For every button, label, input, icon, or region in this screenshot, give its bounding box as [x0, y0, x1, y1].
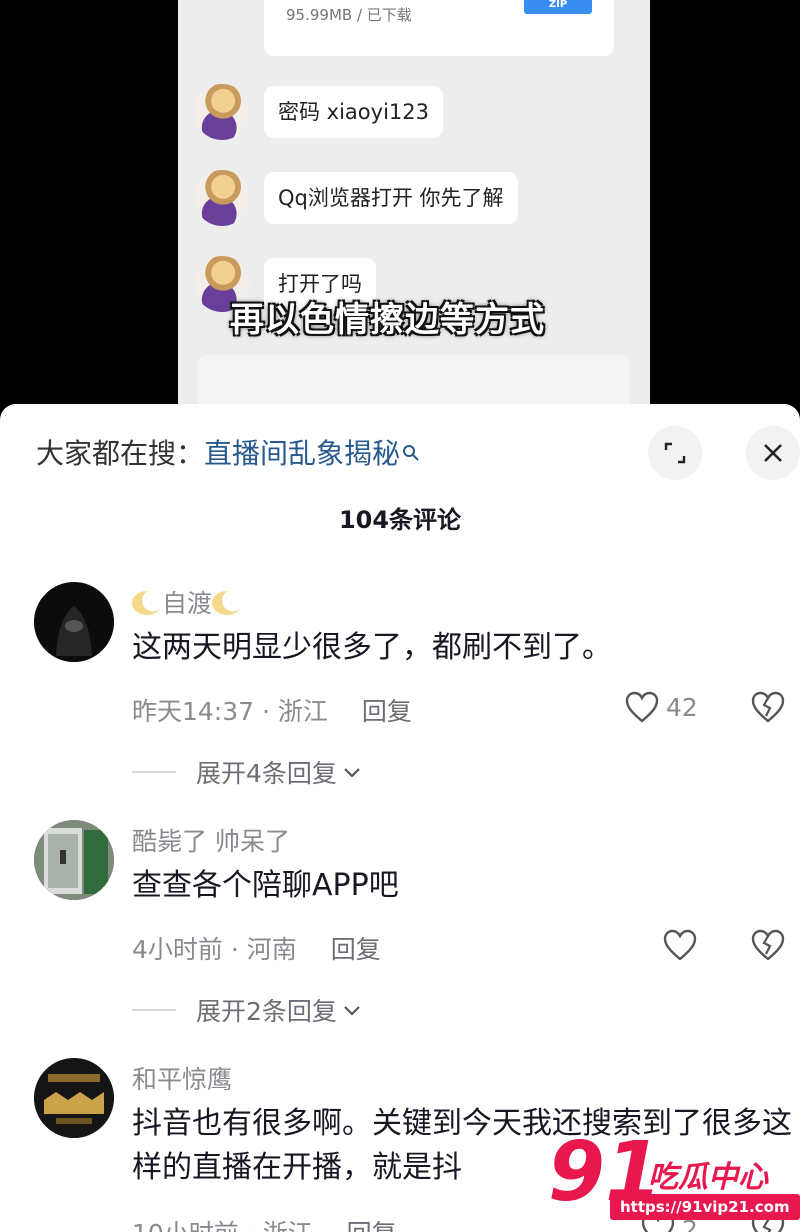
comment-item: 酷毙了 帅呆了 查查各个陪聊APP吧 4小时前 · 河南 回复 展开2条回复 — [0, 820, 800, 1040]
expand-replies-button[interactable]: 展开4条回复 — [132, 754, 363, 790]
watermark-logo-text: 吃瓜中心 — [648, 1160, 768, 1195]
comment-time-location: 昨天14:37 · 浙江 — [132, 697, 328, 726]
avatar[interactable] — [34, 582, 114, 662]
trending-search-label: 大家都在搜： — [36, 437, 205, 470]
comment-time-location: 10小时前 · 浙江 — [132, 1219, 313, 1232]
broken-heart-icon[interactable] — [750, 690, 786, 724]
screen: 95.99MB / 已下载 ZIP 密码 xiaoyi123 Qq浏览器打开 你… — [0, 0, 800, 1232]
moon-emoji-icon — [132, 591, 162, 615]
divider-line — [132, 771, 176, 773]
file-size: 95.99MB / 已下载 — [286, 6, 412, 24]
game-badge-icon — [34, 1058, 114, 1138]
heart-icon — [663, 929, 697, 961]
comment-author[interactable]: 自渡 — [132, 584, 243, 620]
zip-badge: ZIP — [524, 0, 592, 14]
expand-replies-label: 展开2条回复 — [196, 997, 337, 1026]
close-icon — [764, 444, 782, 462]
comment-meta: 4小时前 · 河南 回复 — [132, 930, 381, 966]
expand-replies-button[interactable]: 展开2条回复 — [132, 992, 363, 1028]
avatar[interactable] — [34, 1058, 114, 1138]
heart-icon — [625, 691, 659, 723]
avatar[interactable] — [34, 820, 114, 900]
avatar — [194, 84, 250, 140]
video-player[interactable]: 95.99MB / 已下载 ZIP 密码 xiaoyi123 Qq浏览器打开 你… — [0, 0, 800, 420]
search-icon — [402, 436, 420, 461]
comment-meta: 10小时前 · 浙江 回复 — [132, 1214, 397, 1232]
expand-icon — [664, 442, 686, 464]
trending-search-term[interactable]: 直播间乱象揭秘 — [204, 437, 400, 470]
site-watermark: 91 吃瓜中心 https://91vip21.com — [548, 1128, 800, 1228]
hooded-figure-icon — [34, 582, 114, 662]
comment-author-name: 自渡 — [162, 589, 213, 618]
watermark-url: https://91vip21.com — [610, 1194, 800, 1220]
comment-item: 自渡 这两天明显少很多了，都刷不到了。 昨天14:37 · 浙江 回复 42 展开… — [0, 582, 800, 802]
reply-button[interactable]: 回复 — [362, 697, 412, 726]
comment-author-name[interactable]: 酷毙了 帅呆了 — [132, 822, 290, 858]
broken-heart-icon[interactable] — [750, 928, 786, 962]
chat-bubble: 密码 xiaoyi123 — [264, 86, 443, 138]
comment-time-location: 4小时前 · 河南 — [132, 935, 297, 964]
expand-replies-label: 展开4条回复 — [196, 759, 337, 788]
divider-line — [132, 1009, 176, 1011]
video-caption: 再以色情擦边等方式 — [230, 300, 545, 340]
comment-meta: 昨天14:37 · 浙江 回复 — [132, 692, 412, 728]
comment-author-name[interactable]: 和平惊鹰 — [132, 1060, 232, 1096]
chat-bubble: Qq浏览器打开 你先了解 — [264, 172, 518, 224]
comment-sheet: 大家都在搜：直播间乱象揭秘 104条评论 自渡 这两天明显少很多了，都刷不到了。… — [0, 404, 800, 1232]
chevron-down-icon — [344, 1006, 360, 1016]
cabinet-photo-icon — [34, 820, 114, 900]
chevron-down-icon — [344, 768, 360, 778]
close-button[interactable] — [746, 426, 800, 480]
comment-text: 查查各个陪聊APP吧 — [132, 868, 399, 903]
like-count: 42 — [666, 692, 698, 722]
comment-count-title: 104条评论 — [338, 506, 462, 534]
comment-text: 这两天明显少很多了，都刷不到了。 — [132, 630, 612, 665]
moon-emoji-icon — [212, 591, 243, 615]
fullscreen-button[interactable] — [648, 426, 702, 480]
video-chat-screenshot: 95.99MB / 已下载 ZIP 密码 xiaoyi123 Qq浏览器打开 你… — [178, 0, 650, 420]
file-card: 95.99MB / 已下载 ZIP — [264, 0, 614, 56]
avatar — [194, 170, 250, 226]
reply-button[interactable]: 回复 — [331, 935, 381, 964]
like-button[interactable] — [662, 928, 698, 962]
trending-search[interactable]: 大家都在搜：直播间乱象揭秘 — [36, 432, 420, 472]
like-button[interactable]: 42 — [624, 690, 698, 724]
reply-button[interactable]: 回复 — [347, 1219, 397, 1232]
